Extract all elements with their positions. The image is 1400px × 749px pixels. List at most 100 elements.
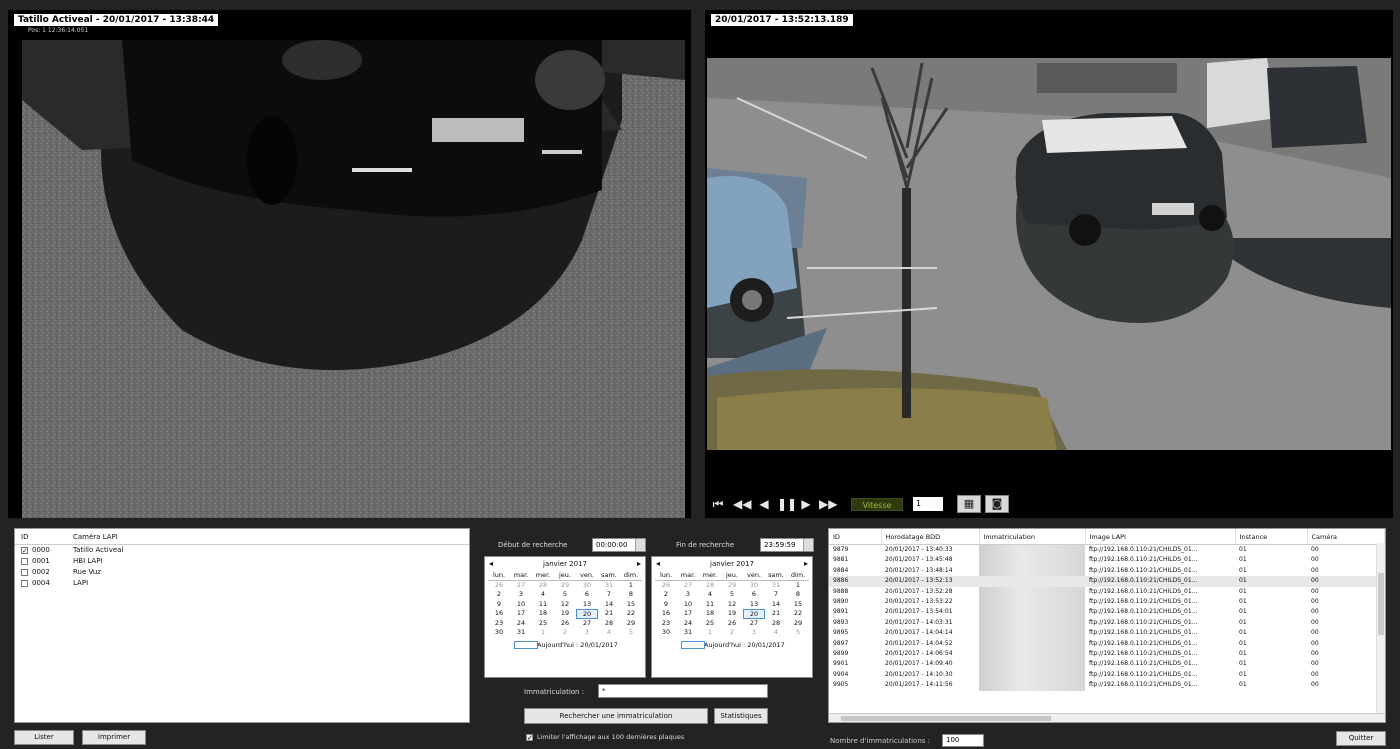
calendar-day[interactable]: 11 (532, 600, 554, 610)
calendar-day[interactable]: 29 (721, 581, 743, 591)
calendar-day[interactable]: 30 (655, 628, 677, 638)
calendar-day[interactable]: 21 (765, 609, 787, 619)
camera-row[interactable]: 0001 HBI LAPI (15, 556, 469, 567)
calendar-day[interactable]: 20 (576, 609, 598, 619)
horizontal-scrollbar[interactable] (829, 713, 1385, 722)
calendar-day[interactable]: 12 (554, 600, 576, 610)
end-time-spinner[interactable] (803, 539, 813, 551)
calendar-day[interactable]: 22 (620, 609, 642, 619)
calendar-day[interactable]: 4 (532, 590, 554, 600)
result-row[interactable]: 9879 20/01/2017 - 13:40:33 ftp://192.168.0… (829, 544, 1385, 556)
result-row[interactable]: 9886 20/01/2017 - 13:52:13 ftp://192.168.0… (829, 576, 1385, 587)
calendar-day[interactable]: 29 (620, 619, 642, 629)
next-month-icon[interactable]: ▸ (804, 557, 808, 571)
print-button[interactable]: Imprimer (82, 730, 146, 745)
calendar-days[interactable]: lun. mar. mer. jeu. ven. sam. dim. 26 27 28 29 30 31… (485, 571, 645, 638)
calendar-day[interactable]: 30 (743, 581, 765, 591)
calendar-day[interactable]: 3 (743, 628, 765, 638)
col-res-id[interactable]: ID (829, 529, 882, 545)
result-row[interactable]: 9901 20/01/2017 - 14:09:40 ftp://192.168.0… (829, 659, 1385, 670)
vertical-scrollbar[interactable] (1376, 543, 1385, 715)
col-res-time[interactable]: Horodatage BDD (881, 529, 980, 545)
snapshot-icon[interactable]: ◙ (985, 495, 1009, 513)
col-id[interactable]: ID (15, 529, 67, 545)
play-icon[interactable]: ▶ (799, 497, 813, 511)
calendar-day[interactable]: 13 (743, 600, 765, 610)
calendar-day[interactable]: 6 (576, 590, 598, 600)
camera-row[interactable]: 0004 LAPI (15, 578, 469, 589)
calendar-day[interactable]: 18 (532, 609, 554, 619)
calendar-day[interactable]: 2 (554, 628, 576, 638)
calendar-day[interactable]: 15 (620, 600, 642, 610)
calendar-day[interactable]: 2 (488, 590, 510, 600)
calendar-day[interactable]: 29 (787, 619, 809, 629)
fast-forward-icon[interactable]: ▶▶ (819, 497, 837, 511)
result-row[interactable]: 9891 20/01/2017 - 13:54:01 ftp://192.168.0… (829, 607, 1385, 618)
calendar-day[interactable]: 16 (655, 609, 677, 619)
calendar-day[interactable]: 30 (488, 628, 510, 638)
calendar-day[interactable]: 15 (787, 600, 809, 610)
result-row[interactable]: 9893 20/01/2017 - 14:03:31 ftp://192.168.0… (829, 617, 1385, 629)
camera-row[interactable]: ✓ 0000 Tatillo Activeal (15, 545, 469, 556)
prev-month-icon[interactable]: ◂ (489, 557, 493, 571)
skip-start-icon[interactable]: ⏮ (711, 497, 725, 511)
calendar-day[interactable]: 6 (743, 590, 765, 600)
calendar-day[interactable]: 1 (532, 628, 554, 638)
calendar-day[interactable]: 14 (765, 600, 787, 610)
calendar-day[interactable]: 26 (721, 619, 743, 629)
camera-checkbox[interactable] (21, 557, 28, 565)
calendar-days[interactable]: lun. mar. mer. jeu. ven. sam. dim. 26 27 28 29 30 31… (652, 571, 812, 638)
col-res-image[interactable]: Image LAPI (1085, 529, 1236, 545)
calendar-day[interactable]: 26 (488, 581, 510, 591)
calendar-day[interactable]: 2 (655, 590, 677, 600)
calendar-day[interactable]: 28 (699, 581, 721, 591)
calendar-day[interactable]: 20 (743, 609, 765, 619)
calendar-day[interactable]: 27 (743, 619, 765, 629)
calendar-day[interactable]: 22 (787, 609, 809, 619)
start-time-input[interactable]: 00:00:00 (592, 538, 646, 552)
right-camera-view[interactable]: 20/01/2017 - 13:52:13.189 ⏮ ◀◀ ◀ ❚❚ ▶ ▶▶… (705, 10, 1393, 518)
camera-checkbox[interactable] (21, 579, 28, 587)
col-res-plate[interactable]: Immatriculation (979, 529, 1086, 545)
calendar-day[interactable]: 7 (765, 590, 787, 600)
quit-button[interactable]: Quitter (1336, 731, 1386, 746)
pause-icon[interactable]: ❚❚ (777, 497, 797, 511)
col-res-instance[interactable]: Instance (1235, 529, 1308, 545)
calendar-day[interactable]: 19 (554, 609, 576, 619)
calendar-day[interactable]: 24 (510, 619, 532, 629)
calendar-day[interactable]: 3 (576, 628, 598, 638)
limit-option[interactable]: ✓ Limiter l'affichage aux 100 dernières p… (526, 733, 684, 741)
calendar-day[interactable]: 4 (699, 590, 721, 600)
calendar-day[interactable]: 25 (699, 619, 721, 629)
calendar-day[interactable]: 30 (576, 581, 598, 591)
camera-checkbox[interactable] (21, 568, 28, 576)
left-camera-view[interactable]: Tatillo Activeal - 20/01/2017 - 13:38:44… (8, 10, 691, 518)
calendar-today[interactable]: Aujourd'hui : 20/01/2017 (485, 639, 645, 651)
limit-checkbox[interactable]: ✓ (526, 733, 533, 741)
calendar-day[interactable]: 12 (721, 600, 743, 610)
calendar-day[interactable]: 5 (554, 590, 576, 600)
camera-checkbox[interactable]: ✓ (21, 546, 28, 554)
calendar-day[interactable]: 5 (721, 590, 743, 600)
calendar-day[interactable]: 4 (598, 628, 620, 638)
calendar-day[interactable]: 25 (532, 619, 554, 629)
calendar-day[interactable]: 2 (721, 628, 743, 638)
step-back-icon[interactable]: ◀◀ (733, 497, 751, 511)
col-camera[interactable]: Caméra LAPI (67, 529, 469, 545)
calendar-day[interactable]: 28 (765, 619, 787, 629)
result-row[interactable]: 9884 20/01/2017 - 13:48:14 ftp://192.168.0… (829, 565, 1385, 577)
calendar-day[interactable]: 8 (787, 590, 809, 600)
prev-month-icon[interactable]: ◂ (656, 557, 660, 571)
calendar-day[interactable]: 8 (620, 590, 642, 600)
calendar-day[interactable]: 11 (699, 600, 721, 610)
calendar-day[interactable]: 3 (510, 590, 532, 600)
calendar-day[interactable]: 3 (677, 590, 699, 600)
result-row[interactable]: 9895 20/01/2017 - 14:04:14 ftp://192.168.0… (829, 628, 1385, 639)
calendar-day[interactable]: 26 (554, 619, 576, 629)
calendar-day[interactable]: 5 (787, 628, 809, 638)
calendar-day[interactable]: 23 (488, 619, 510, 629)
calendar-day[interactable]: 28 (598, 619, 620, 629)
calendar-day[interactable]: 1 (787, 581, 809, 591)
search-plate-button[interactable]: Rechercher une immatriculation (524, 708, 708, 724)
calendar-day[interactable]: 1 (699, 628, 721, 638)
